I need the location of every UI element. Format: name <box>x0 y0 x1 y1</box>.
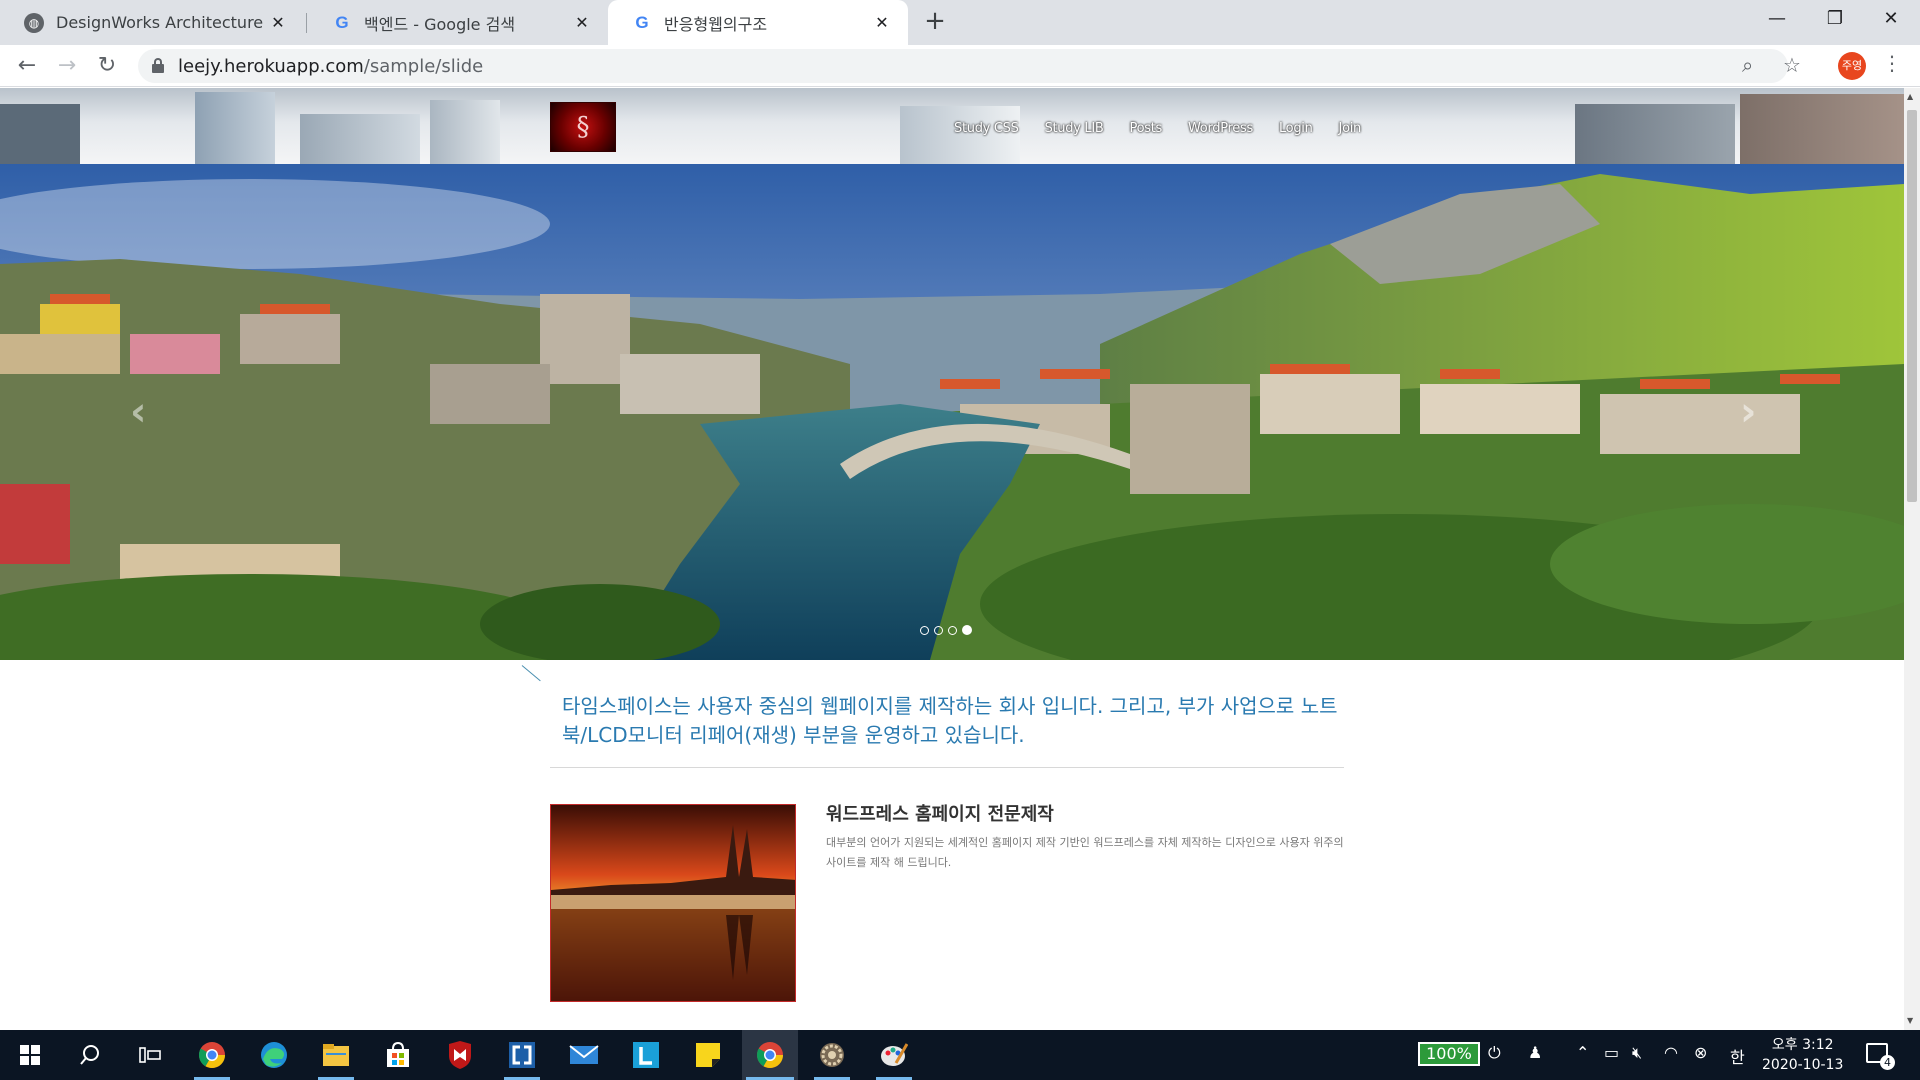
site-logo[interactable]: § <box>550 102 616 152</box>
file-explorer-icon[interactable] <box>308 1030 364 1080</box>
tab-designworks[interactable]: ◍ DesignWorks Architecture Agen ✕ <box>0 0 304 45</box>
forward-icon[interactable]: → <box>52 51 82 81</box>
tab-title: 백엔드 - Google 검색 <box>364 14 516 34</box>
url-path: /sample/slide <box>363 56 484 77</box>
feature-image <box>550 804 796 1002</box>
site-header: § Study CSS Study LIB Posts WordPress Lo… <box>0 88 1904 164</box>
skyline-building <box>195 92 275 164</box>
slider-prev-button[interactable]: ‹ <box>130 389 146 435</box>
tab-title: 반응형웹의구조 <box>664 14 768 34</box>
clock-date: 2020-10-13 <box>1762 1057 1844 1073</box>
google-icon: G <box>635 12 649 32</box>
nav-posts[interactable]: Posts <box>1130 121 1163 136</box>
divider <box>550 767 1344 768</box>
new-tab-button[interactable]: + <box>920 6 950 36</box>
close-tab-icon[interactable]: ✕ <box>572 13 592 32</box>
chevron-up-icon[interactable]: ⌃ <box>1576 1043 1589 1062</box>
nav-join[interactable]: Join <box>1339 121 1362 136</box>
mail-icon[interactable] <box>556 1030 612 1080</box>
slider-dot[interactable] <box>920 626 929 635</box>
search-icon[interactable] <box>62 1030 118 1080</box>
site-nav: Study CSS Study LIB Posts WordPress Logi… <box>954 121 1361 136</box>
address-bar[interactable]: leejy.herokuapp.com/sample/slide ⌕ ☆ <box>138 49 1801 83</box>
google-icon: G <box>335 12 349 32</box>
hero-slider: ‹ › <box>0 164 1904 660</box>
battery-indicator[interactable]: 100% <box>1418 1042 1480 1066</box>
power-plug-icon[interactable]: ⏻ <box>1488 1043 1501 1063</box>
back-icon[interactable]: ← <box>12 51 42 81</box>
page-scrollbar[interactable]: ▲ ▼ <box>1904 88 1920 1030</box>
store-icon[interactable] <box>370 1030 426 1080</box>
wifi-icon[interactable]: ◠ <box>1664 1043 1678 1062</box>
skyline-building <box>1575 104 1735 164</box>
volume-muted-icon[interactable]: 🔇︎ <box>1632 1043 1642 1063</box>
feature-title: 워드프레스 홈페이지 전문제작 <box>826 804 1054 825</box>
sticky-notes-icon[interactable] <box>680 1030 736 1080</box>
windows-taskbar: 100% ⏻ ♟ ⌃ ▭ 🔇︎ ◠ ⊗ 한 오후 3:12 2020-10-13… <box>0 1030 1920 1080</box>
nav-study-css[interactable]: Study CSS <box>954 121 1019 136</box>
scroll-down-icon[interactable]: ▼ <box>1907 1016 1913 1025</box>
scroll-up-icon[interactable]: ▲ <box>1907 92 1913 101</box>
profile-avatar[interactable]: 주영 <box>1838 52 1866 80</box>
skyline-building <box>1740 94 1904 164</box>
feature-description: 대부분의 언어가 지원되는 세계적인 홈페이지 제작 기반인 워드프레스를 자체… <box>826 836 1344 869</box>
clock-time: 오후 3:12 <box>1771 1037 1834 1053</box>
slider-dot-active[interactable] <box>962 625 972 635</box>
system-clock[interactable]: 오후 3:12 2020-10-13 <box>1762 1035 1843 1075</box>
skyline-building <box>300 114 420 164</box>
close-tab-icon[interactable]: ✕ <box>268 13 288 32</box>
skyline-building <box>0 104 80 164</box>
notification-count-badge: 4 <box>1880 1055 1895 1070</box>
line-icon[interactable] <box>618 1030 674 1080</box>
tab-google-search[interactable]: G 백엔드 - Google 검색 ✕ <box>308 0 608 45</box>
menu-dots-icon[interactable]: ⋮ <box>1882 51 1902 75</box>
battery-icon[interactable]: ▭ <box>1604 1043 1619 1062</box>
minimize-icon[interactable]: — <box>1748 0 1806 40</box>
bookmark-star-icon[interactable]: ☆ <box>1783 53 1801 77</box>
start-icon[interactable] <box>2 1030 58 1080</box>
tab-separator <box>306 13 307 33</box>
slide-image <box>0 164 1904 660</box>
task-view-icon[interactable] <box>122 1030 178 1080</box>
intro-text: 타임스페이스는 사용자 중심의 웹페이지를 제작하는 회사 입니다. 그리고, … <box>562 694 1338 747</box>
reload-icon[interactable]: ↻ <box>92 51 122 81</box>
url-host: leejy.herokuapp.com <box>178 56 364 77</box>
intro-pointer-line <box>521 665 541 682</box>
slider-pagination <box>920 625 972 635</box>
slider-next-button[interactable]: › <box>1740 389 1756 435</box>
ime-indicator[interactable]: 한 <box>1730 1044 1745 1068</box>
paint-icon[interactable] <box>866 1030 922 1080</box>
tab-active-slide[interactable]: G 반응형웹의구조 ✕ <box>608 0 908 45</box>
page-viewport: § Study CSS Study LIB Posts WordPress Lo… <box>0 88 1904 1030</box>
restore-icon[interactable]: ❐ <box>1806 0 1864 40</box>
settings-icon[interactable] <box>804 1030 860 1080</box>
slider-dot[interactable] <box>948 626 957 635</box>
browser-toolbar: ← → ↻ leejy.herokuapp.com/sample/slide ⌕… <box>0 45 1920 87</box>
logo-glyph: § <box>576 112 590 142</box>
no-network-icon[interactable]: ⊗ <box>1694 1043 1707 1062</box>
skyline-building <box>430 100 500 164</box>
edge-icon[interactable] <box>246 1030 302 1080</box>
chrome-icon[interactable] <box>742 1030 798 1080</box>
zoom-icon[interactable]: ⌕ <box>1742 53 1753 77</box>
close-window-icon[interactable]: ✕ <box>1862 0 1920 40</box>
chrome-icon[interactable] <box>184 1030 240 1080</box>
lock-icon <box>152 58 164 73</box>
mcafee-icon[interactable] <box>432 1030 488 1080</box>
nav-login[interactable]: Login <box>1279 121 1313 136</box>
scrollbar-thumb[interactable] <box>1907 110 1917 502</box>
people-icon[interactable]: ♟ <box>1528 1043 1542 1062</box>
slider-dot[interactable] <box>934 626 943 635</box>
nav-wordpress[interactable]: WordPress <box>1188 121 1253 136</box>
tab-title: DesignWorks Architecture Agen <box>56 13 268 32</box>
url-text[interactable]: leejy.herokuapp.com/sample/slide <box>178 56 483 77</box>
globe-icon: ◍ <box>24 12 44 33</box>
nav-study-lib[interactable]: Study LIB <box>1045 121 1104 136</box>
app-icon[interactable] <box>494 1030 550 1080</box>
tab-strip: ◍ DesignWorks Architecture Agen ✕ G 백엔드 … <box>0 0 1920 45</box>
close-tab-icon[interactable]: ✕ <box>872 13 892 32</box>
